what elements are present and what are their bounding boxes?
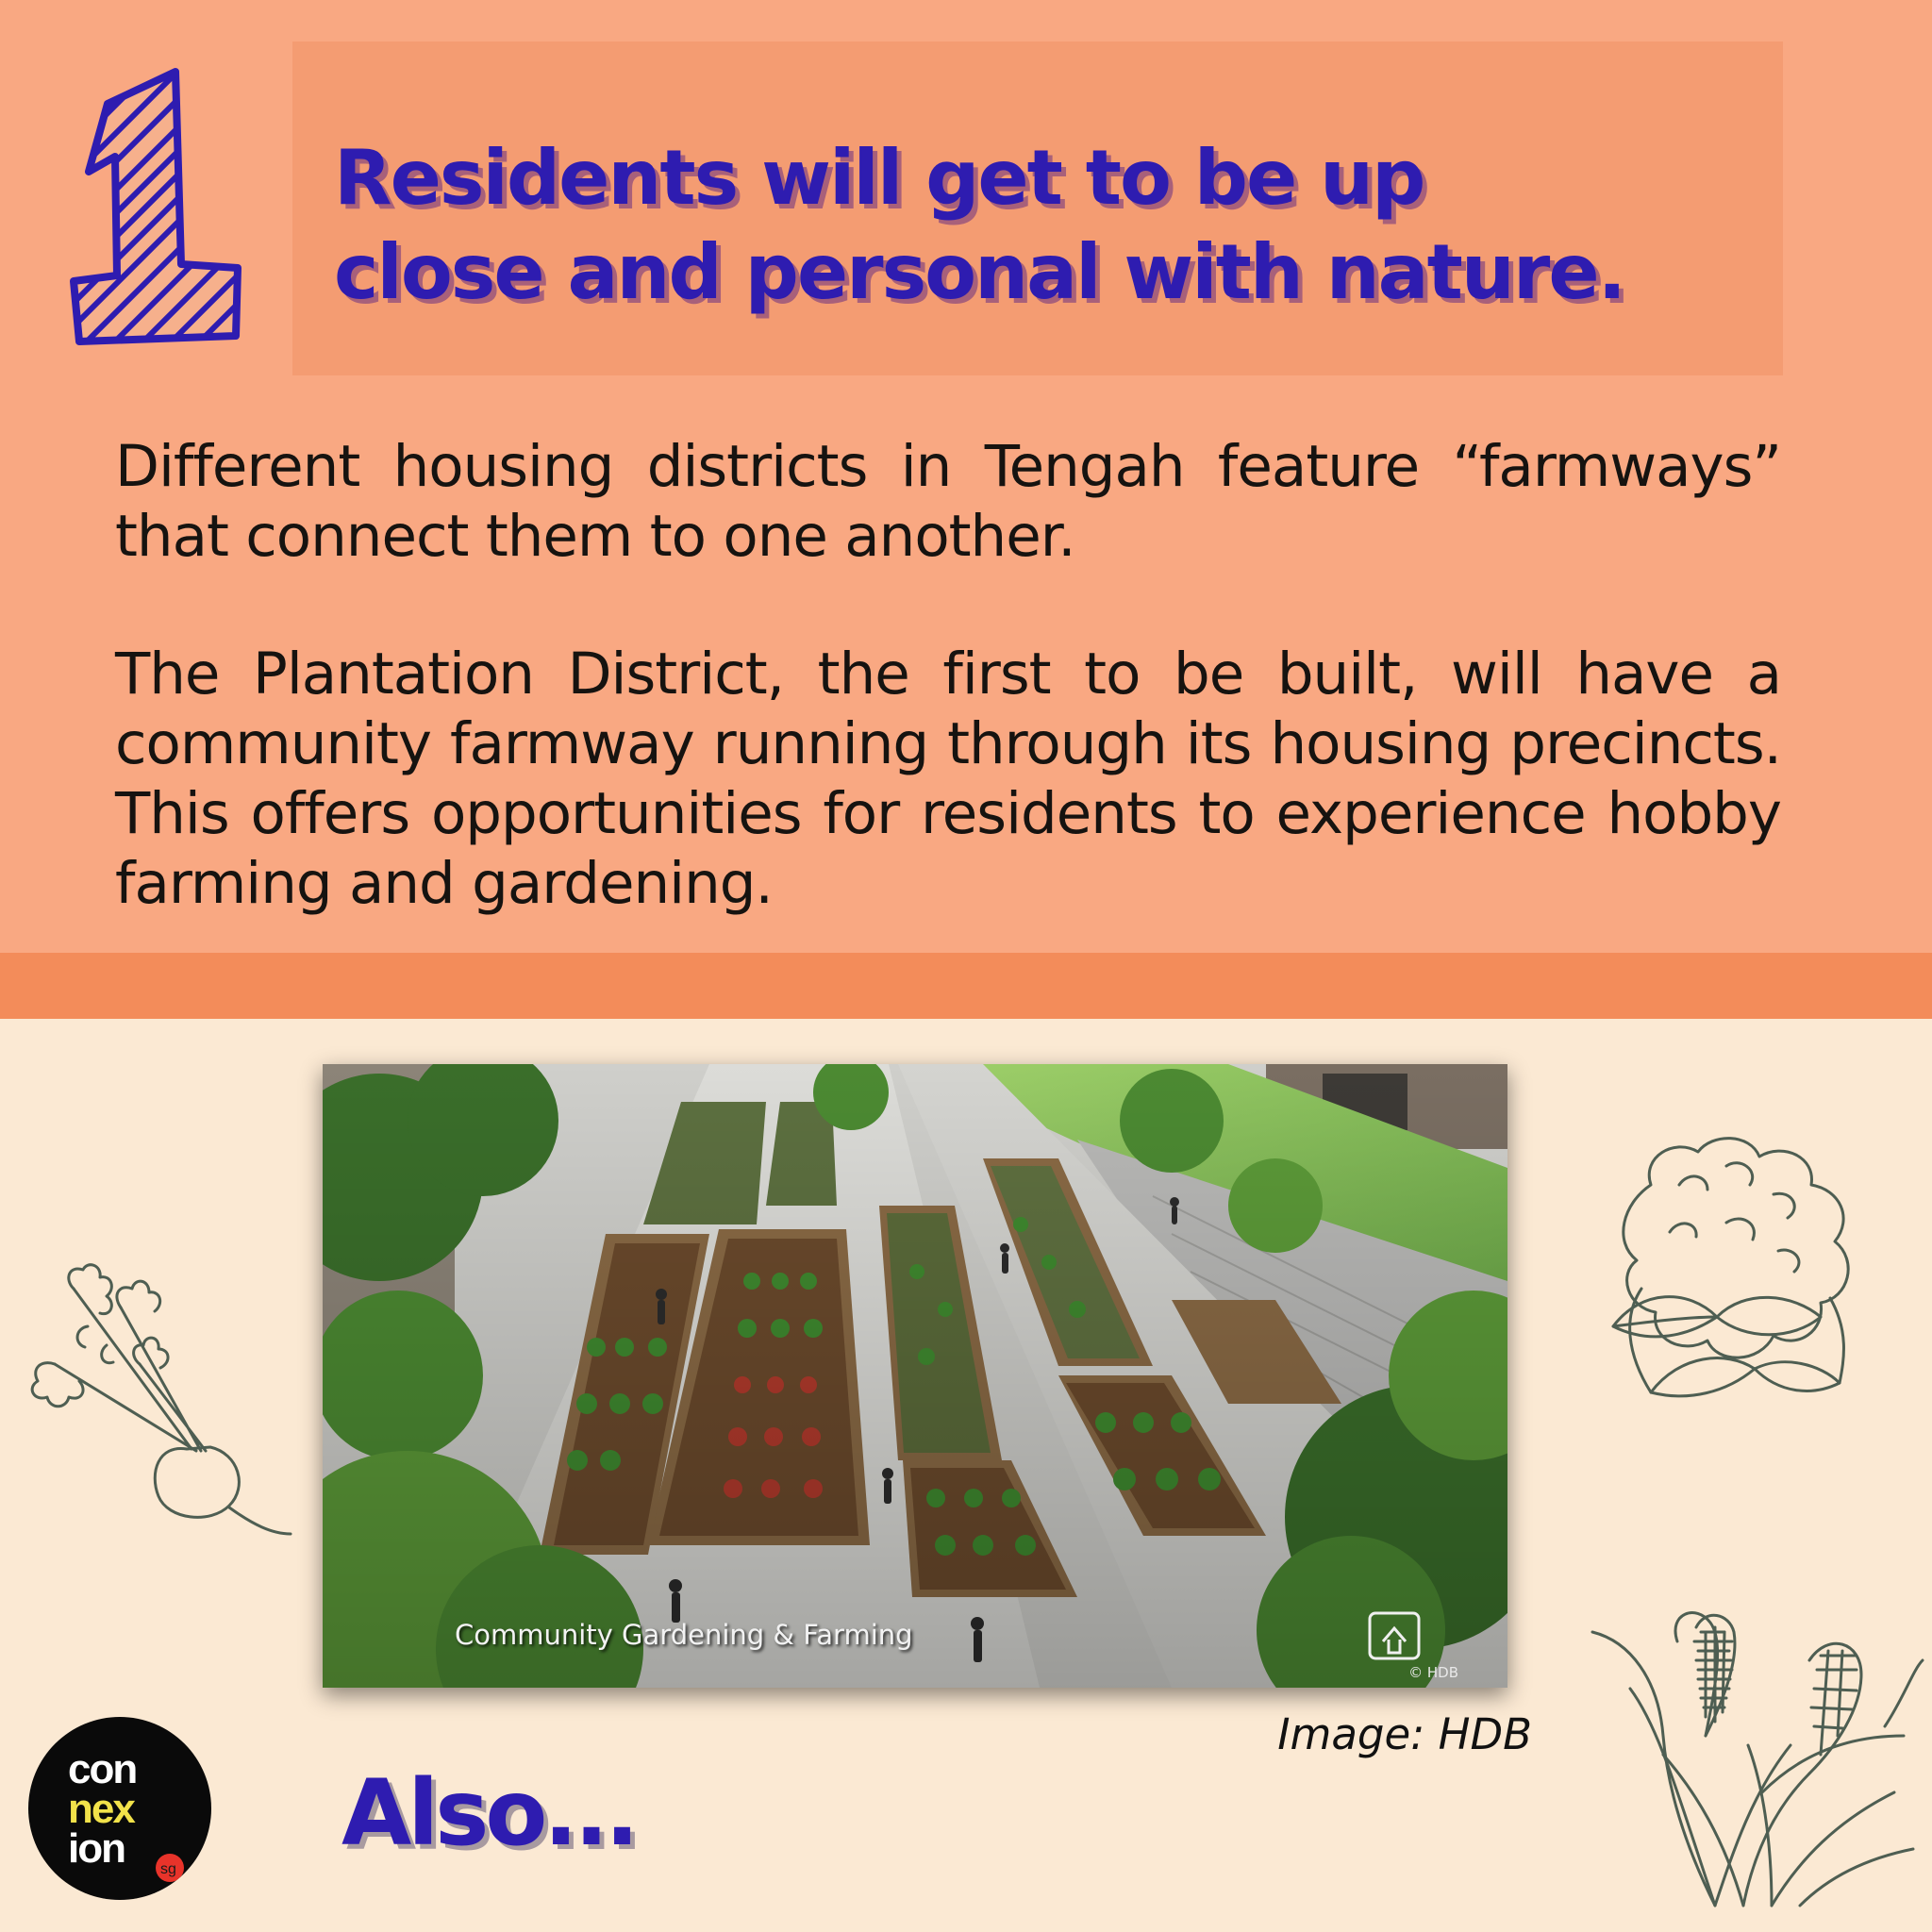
also-heading: Also... (341, 1760, 640, 1866)
divider-strip (0, 953, 1932, 1019)
logo-line-3: ion (68, 1825, 125, 1872)
corn-illustration (1591, 1611, 1924, 1907)
photo-caption: Community Gardening & Farming (455, 1619, 913, 1651)
logo-suffix: sg (160, 1861, 176, 1877)
connexion-logo: con nex ion sg (28, 1717, 211, 1900)
heading-box: Residents will get to be up close and pe… (292, 42, 1783, 375)
cauliflower-illustration (1611, 1137, 1850, 1398)
image-credit: Image: HDB (1277, 1709, 1532, 1759)
radish-illustration (30, 1263, 292, 1536)
paragraph-farmways: Different housing districts in Tengah fe… (115, 433, 1782, 570)
number-one-graphic: 1 (70, 68, 242, 345)
photo-copyright: © HDB (1408, 1664, 1458, 1681)
farmway-photo: Community Gardening & Farming © HDB (323, 1064, 1507, 1688)
paragraph-plantation-district: The Plantation District, the first to be… (115, 641, 1782, 917)
page-title: Residents will get to be up close and pe… (334, 134, 1626, 316)
